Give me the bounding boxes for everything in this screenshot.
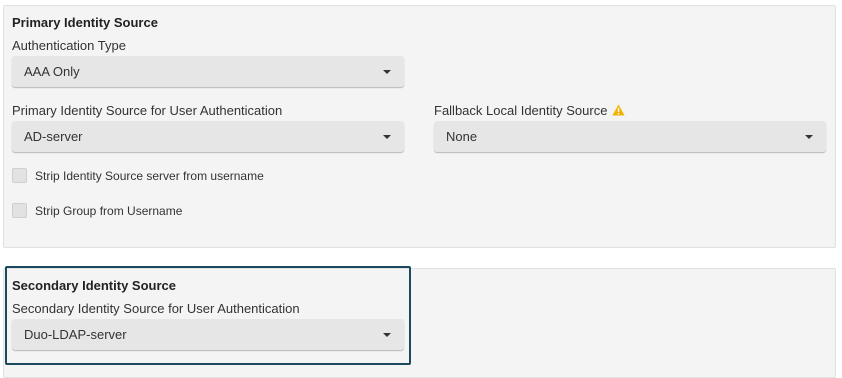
strip-identity-source-label: Strip Identity Source server from userna… (35, 168, 264, 183)
primary-user-auth-label: Primary Identity Source for User Authent… (12, 103, 283, 118)
secondary-user-auth-label: Secondary Identity Source for User Authe… (12, 301, 300, 316)
caret-down-icon (383, 135, 391, 139)
authentication-type-value: AAA Only (24, 64, 80, 79)
primary-user-auth-value: AD-server (24, 129, 83, 144)
primary-section-title: Primary Identity Source (12, 15, 158, 30)
fallback-label-row: Fallback Local Identity Source (434, 103, 626, 119)
strip-identity-source-option[interactable]: Strip Identity Source server from userna… (12, 168, 264, 183)
authentication-type-label: Authentication Type (12, 38, 126, 53)
caret-down-icon (805, 135, 813, 139)
fallback-identity-source-value: None (446, 129, 478, 144)
fallback-identity-source-label: Fallback Local Identity Source (434, 103, 608, 118)
strip-group-label: Strip Group from Username (35, 203, 183, 218)
warning-triangle-icon (612, 104, 626, 119)
strip-identity-source-checkbox[interactable] (12, 168, 27, 183)
strip-group-checkbox[interactable] (12, 203, 27, 218)
fallback-identity-source-select[interactable]: None (434, 121, 826, 152)
authentication-type-select[interactable]: AAA Only (12, 56, 404, 87)
strip-group-option[interactable]: Strip Group from Username (12, 203, 182, 218)
secondary-section-title: Secondary Identity Source (12, 278, 176, 293)
caret-down-icon (383, 70, 391, 74)
secondary-user-auth-value: Duo-LDAP-server (24, 327, 127, 342)
primary-user-auth-select[interactable]: AD-server (12, 121, 404, 152)
caret-down-icon (383, 333, 391, 337)
secondary-user-auth-select[interactable]: Duo-LDAP-server (12, 319, 404, 350)
